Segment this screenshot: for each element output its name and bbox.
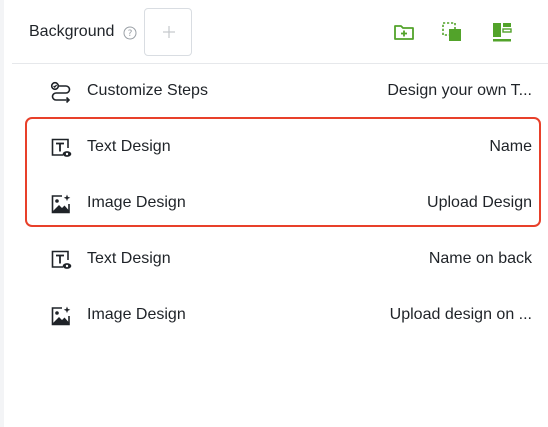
image-design-icon <box>51 306 71 326</box>
steps-icon <box>50 81 71 103</box>
svg-text:?: ? <box>128 29 133 39</box>
background-upload-button[interactable] <box>144 8 192 56</box>
selection-highlight <box>25 117 541 227</box>
list-item-value: Upload design on ... <box>389 306 532 323</box>
list-item-text-design[interactable]: Text Design Name on back <box>12 232 532 288</box>
folder-plus-icon[interactable] <box>392 20 416 44</box>
list-item-value: Design your own T... <box>387 82 532 99</box>
list-item-label: Text Design <box>87 250 171 267</box>
list-item-image-design[interactable]: Image Design Upload design on ... <box>12 288 532 344</box>
panel-header: Background ? <box>4 0 548 64</box>
layout-icon[interactable] <box>490 20 514 44</box>
list-item-customize-steps[interactable]: Customize Steps Design your own T... <box>12 64 532 120</box>
question-circle-icon[interactable]: ? <box>123 26 137 40</box>
list-item-label: Customize Steps <box>87 82 208 99</box>
text-design-icon <box>51 250 72 269</box>
list-item-value: Name on back <box>428 250 532 267</box>
layers-copy-icon[interactable] <box>440 20 464 44</box>
plus-icon <box>163 26 175 38</box>
list-item-label: Image Design <box>87 306 186 323</box>
background-label: Background <box>29 23 115 40</box>
